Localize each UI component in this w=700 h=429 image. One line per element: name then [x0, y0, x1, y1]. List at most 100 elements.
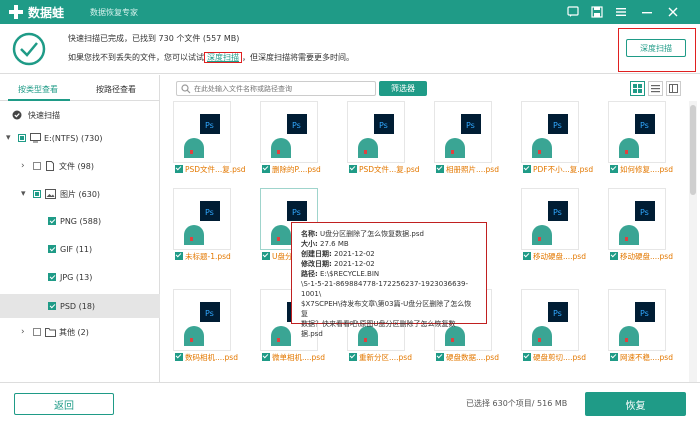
file-thumbnail[interactable]: Ps: [608, 101, 666, 163]
tree-png[interactable]: PNG (588): [0, 210, 160, 232]
file-checkbox[interactable]: [262, 252, 270, 260]
file-checkbox[interactable]: [175, 252, 183, 260]
file-name: PSD文件...复.psd: [185, 165, 246, 174]
file-card[interactable]: Ps 网速不稳....psd: [596, 289, 676, 379]
file-checkbox[interactable]: [262, 353, 270, 361]
file-checkbox[interactable]: [349, 353, 357, 361]
file-card[interactable]: Ps 未标题-1.psd: [161, 188, 241, 278]
file-card[interactable]: Ps 删除的P....psd: [248, 101, 328, 191]
tree-file[interactable]: › 文件 (98): [0, 155, 160, 177]
png-label: PNG (588): [60, 216, 102, 226]
grid-view-icon[interactable]: [630, 81, 645, 96]
file-checkbox[interactable]: [523, 165, 531, 173]
active-tab-indicator: [8, 99, 70, 101]
path-line: 数据？快来看看吧\原图U盘分区删除了怎么恢复数: [301, 320, 456, 328]
recover-button[interactable]: 恢复: [585, 392, 686, 416]
psd-checkbox[interactable]: [48, 302, 56, 310]
file-thumbnail[interactable]: Ps: [434, 101, 492, 163]
list-view-icon[interactable]: [648, 81, 663, 96]
footer-bar: 返回 已选择 630个项目/ 516 MB 恢复: [0, 382, 700, 429]
deep-scan-button[interactable]: 深度扫描: [626, 39, 686, 57]
jpg-checkbox[interactable]: [48, 273, 56, 281]
file-card[interactable]: Ps 硬盘剪切....psd: [509, 289, 589, 379]
file-checkbox[interactable]: [436, 165, 444, 173]
file-thumbnail[interactable]: Ps: [521, 289, 579, 351]
file-thumbnail[interactable]: Ps: [260, 101, 318, 163]
file-thumbnail[interactable]: Ps: [173, 188, 231, 250]
tree-other[interactable]: › 其他 (2): [0, 321, 160, 343]
feedback-icon[interactable]: [564, 3, 582, 21]
menu-icon[interactable]: [612, 3, 630, 21]
file-thumbnail[interactable]: Ps: [173, 101, 231, 163]
file-card[interactable]: Ps 数码相机....psd: [161, 289, 241, 379]
ps-label: Ps: [292, 208, 301, 217]
file-checkbox[interactable]: [436, 353, 444, 361]
file-card[interactable]: Ps PDF不小...复.psd: [509, 101, 593, 191]
document-icon: [46, 161, 54, 171]
save-icon[interactable]: [588, 3, 606, 21]
file-info-tooltip: 名称: U盘分区删除了怎么恢复数据.psd 大小: 27.6 MB 创建日期: …: [291, 222, 487, 338]
detail-view-icon[interactable]: [666, 81, 681, 96]
tree-gif[interactable]: GIF (11): [0, 238, 160, 260]
file-thumbnail[interactable]: Ps: [608, 188, 666, 250]
file-checkbox[interactable]: [523, 252, 531, 260]
search-box[interactable]: [176, 81, 376, 96]
tree-jpg[interactable]: JPG (13): [0, 266, 160, 288]
file-checkbox[interactable]: [610, 165, 618, 173]
collapse-icon[interactable]: ▾: [6, 133, 11, 143]
file-checkbox[interactable]: [349, 165, 357, 173]
close-icon[interactable]: [664, 3, 682, 21]
other-label: 其他 (2): [59, 327, 89, 337]
app-name: 数据蛙: [28, 6, 65, 20]
file-checkbox[interactable]: [610, 353, 618, 361]
file-card[interactable]: Ps PSD文件...复.psd: [335, 101, 420, 191]
tree-psd[interactable]: PSD (18): [0, 294, 160, 318]
file-name: PDF不小...复.psd: [533, 165, 594, 174]
tree-image[interactable]: ▾ 图片 (630): [0, 183, 160, 205]
deep-scan-link[interactable]: 深度扫描: [204, 52, 242, 63]
file-thumbnail[interactable]: Ps: [608, 289, 666, 351]
ps-label: Ps: [292, 121, 301, 130]
file-card[interactable]: Ps PSD文件...复.psd: [161, 101, 246, 191]
image-checkbox[interactable]: [33, 190, 41, 198]
file-checkbox[interactable]: [262, 165, 270, 173]
drive-label: E:(NTFS) (730): [44, 133, 103, 143]
filter-button[interactable]: 筛选器: [379, 81, 427, 96]
expand-icon[interactable]: ›: [21, 161, 25, 171]
grid-scrollbar[interactable]: [689, 101, 697, 382]
file-checkbox[interactable]: [175, 165, 183, 173]
path-line: 据.psd: [301, 330, 323, 338]
tab-by-type[interactable]: 按类型查看: [18, 84, 58, 95]
file-thumbnail[interactable]: Ps: [521, 188, 579, 250]
file-card[interactable]: Ps 移动硬盘....psd: [509, 188, 589, 278]
size-value: 27.6 MB: [320, 240, 349, 248]
quick-scan-icon: [12, 110, 22, 120]
tab-by-path[interactable]: 按路径查看: [96, 84, 136, 95]
drive-checkbox[interactable]: [18, 134, 26, 142]
scroll-thumb[interactable]: [690, 105, 696, 195]
file-checkbox[interactable]: [610, 252, 618, 260]
quick-scan-row[interactable]: 快速扫描: [0, 104, 160, 126]
file-name: 数码相机....psd: [185, 353, 238, 362]
file-checkbox[interactable]: [33, 162, 41, 170]
file-thumbnail[interactable]: Ps: [521, 101, 579, 163]
file-checkbox[interactable]: [523, 353, 531, 361]
other-checkbox[interactable]: [33, 328, 41, 336]
image-icon: [45, 189, 56, 199]
file-card[interactable]: Ps 相册照片....psd: [422, 101, 502, 191]
minimize-icon[interactable]: [638, 3, 656, 21]
expand-icon[interactable]: ›: [21, 327, 25, 337]
gif-checkbox[interactable]: [48, 245, 56, 253]
search-input[interactable]: [194, 83, 372, 94]
file-card[interactable]: Ps 如何修复....psd: [596, 101, 676, 191]
tree-drive-e[interactable]: ▾ E:(NTFS) (730): [0, 127, 160, 149]
collapse-icon[interactable]: ▾: [21, 189, 26, 199]
back-button[interactable]: 返回: [14, 393, 114, 415]
file-checkbox[interactable]: [175, 353, 183, 361]
file-card[interactable]: Ps 移动硬盘....psd: [596, 188, 676, 278]
file-thumbnail[interactable]: Ps: [173, 289, 231, 351]
file-thumbnail[interactable]: Ps: [347, 101, 405, 163]
psd-file-icon: Ps: [532, 302, 568, 346]
path-line: $X7SCPEH\待发布文章\第03篇-U盘分区删除了怎么恢复: [301, 300, 472, 318]
png-checkbox[interactable]: [48, 217, 56, 225]
